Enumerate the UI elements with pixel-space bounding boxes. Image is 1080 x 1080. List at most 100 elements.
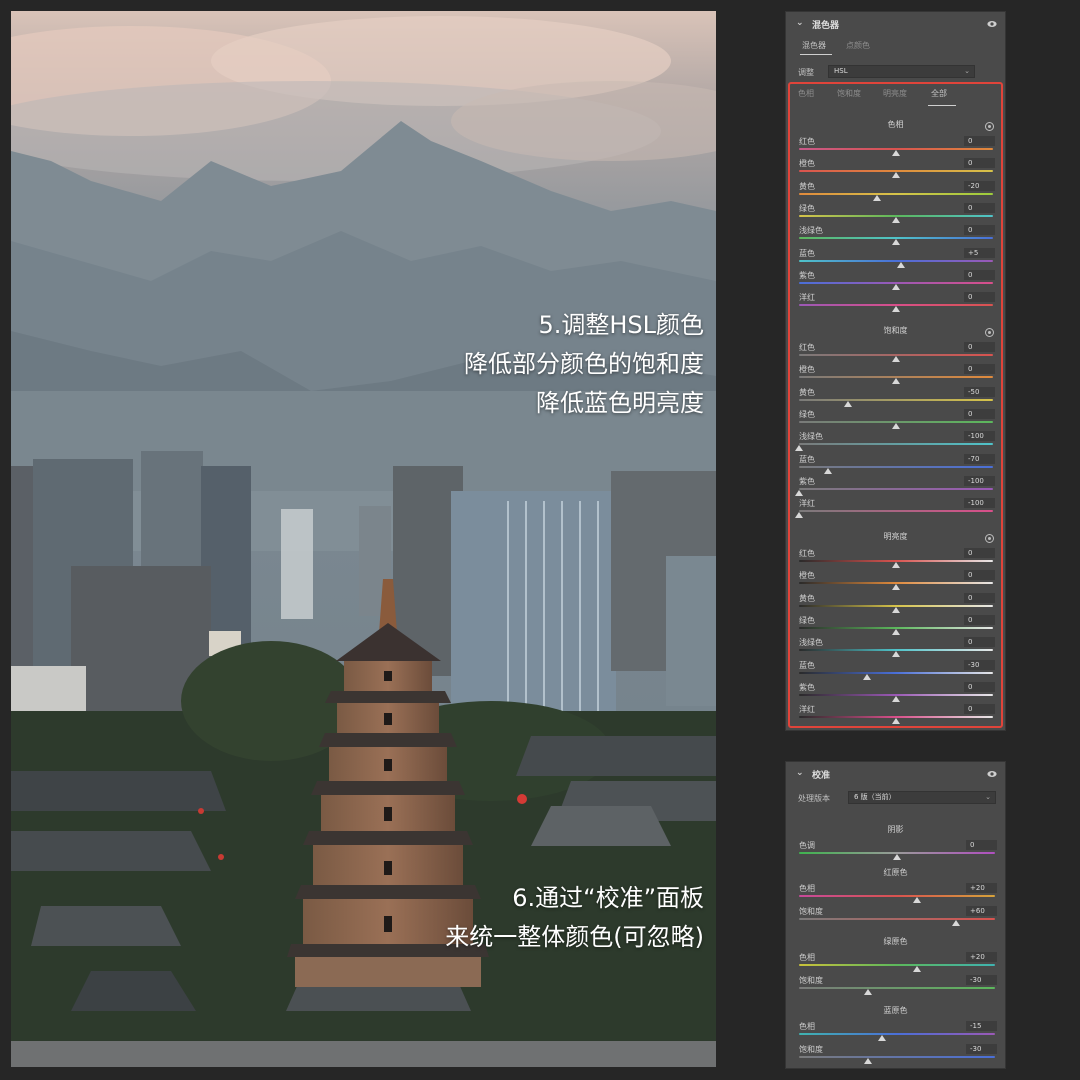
- slider-label: 红色: [799, 343, 815, 352]
- slider-thumb[interactable]: [892, 216, 900, 223]
- slider-thumb[interactable]: [896, 261, 905, 268]
- subtab-hue[interactable]: 色相: [798, 88, 814, 99]
- slider-value-field[interactable]: 0: [964, 202, 995, 213]
- slider-value-field[interactable]: +20: [966, 883, 997, 893]
- slider-thumb[interactable]: [863, 1058, 872, 1064]
- slider-value-field[interactable]: -20: [964, 180, 995, 191]
- slider-thumb[interactable]: [912, 897, 921, 903]
- adjust-dropdown[interactable]: HSL ⌄: [828, 65, 975, 78]
- slider-value-field[interactable]: -70: [964, 453, 995, 464]
- slider-track[interactable]: [799, 987, 995, 989]
- slider-thumb[interactable]: [795, 445, 803, 452]
- slider-row: 橙色 0: [786, 569, 1005, 591]
- slider-value-field[interactable]: 0: [964, 342, 995, 352]
- slider-thumb[interactable]: [892, 172, 900, 179]
- subtab-saturation[interactable]: 饱和度: [837, 88, 861, 99]
- slider-thumb[interactable]: [892, 306, 900, 313]
- panel-header[interactable]: ⌄ 混色器: [786, 12, 1005, 36]
- slider-track[interactable]: [799, 1056, 995, 1058]
- slider-thumb[interactable]: [892, 628, 900, 635]
- slider-value-field[interactable]: -15: [966, 1021, 997, 1031]
- visibility-eye-icon[interactable]: [987, 19, 997, 29]
- slider-value-field[interactable]: 0: [964, 225, 995, 236]
- slider-thumb[interactable]: [892, 584, 900, 591]
- subtab-luminance[interactable]: 明亮度: [883, 88, 907, 99]
- slider-track[interactable]: [799, 443, 993, 446]
- slider-thumb[interactable]: [892, 562, 900, 568]
- slider-value-field[interactable]: -100: [964, 431, 995, 442]
- slider-track[interactable]: [799, 510, 993, 513]
- slider-value-field[interactable]: -100: [964, 498, 995, 509]
- slider-row: 橙色 0: [786, 363, 1005, 385]
- slider-value-field[interactable]: +5: [964, 247, 995, 258]
- slider-thumb[interactable]: [892, 422, 900, 429]
- slider-value-field[interactable]: -30: [966, 1044, 997, 1054]
- slider-value-field[interactable]: 0: [964, 292, 995, 303]
- slider-thumb[interactable]: [951, 920, 960, 926]
- slider-thumb[interactable]: [795, 512, 803, 519]
- slider-value-field[interactable]: -30: [966, 975, 997, 985]
- target-adjust-icon[interactable]: [985, 328, 994, 337]
- slider-value-field[interactable]: 0: [964, 408, 995, 419]
- panel-header[interactable]: ⌄ 校准: [786, 762, 1005, 786]
- slider-row: 洋红 0: [786, 291, 1005, 313]
- slider-track[interactable]: [799, 192, 993, 195]
- target-adjust-icon[interactable]: [985, 534, 994, 543]
- slider-value-field[interactable]: 0: [964, 592, 995, 603]
- slider-thumb[interactable]: [893, 854, 901, 860]
- slider-track[interactable]: [799, 398, 993, 401]
- slider-track[interactable]: [799, 1033, 995, 1035]
- slider-value-field[interactable]: 0: [966, 840, 997, 850]
- slider-value-field[interactable]: 0: [964, 637, 995, 648]
- slider-value-field[interactable]: 0: [964, 158, 995, 169]
- slider-value-field[interactable]: 0: [964, 704, 995, 715]
- slider-row: 绿色 0: [786, 202, 1005, 224]
- slider-thumb[interactable]: [892, 283, 900, 290]
- slider-label: 浅绿色: [799, 432, 823, 442]
- slider-track[interactable]: [799, 487, 993, 490]
- slider-value-field[interactable]: 0: [964, 614, 995, 625]
- slider-track[interactable]: [799, 895, 995, 897]
- slider-thumb[interactable]: [843, 400, 852, 407]
- slider-thumb[interactable]: [912, 966, 921, 972]
- slider-thumb[interactable]: [892, 651, 900, 658]
- slider-thumb[interactable]: [892, 606, 900, 613]
- slider-thumb[interactable]: [892, 150, 900, 156]
- slider-value-field[interactable]: 0: [964, 548, 995, 558]
- slider-value-field[interactable]: -50: [964, 386, 995, 397]
- slider-value-field[interactable]: -100: [964, 475, 995, 486]
- slider-value-field[interactable]: -30: [964, 659, 995, 670]
- slider-thumb[interactable]: [892, 695, 900, 702]
- slider-track[interactable]: [799, 671, 993, 674]
- slider-thumb[interactable]: [872, 194, 881, 201]
- slider-value-field[interactable]: +20: [966, 952, 997, 962]
- process-version-dropdown[interactable]: 6 版（当前） ⌄: [848, 791, 996, 804]
- slider-thumb[interactable]: [863, 989, 872, 995]
- slider-thumb[interactable]: [892, 239, 900, 246]
- process-version-value: 6 版（当前）: [854, 793, 896, 801]
- slider-track[interactable]: [799, 964, 995, 966]
- slider-value-field[interactable]: 0: [964, 364, 995, 375]
- subtab-all[interactable]: 全部: [931, 88, 947, 99]
- tab-point-color[interactable]: 点颜色: [846, 40, 870, 51]
- slider-value-field[interactable]: +60: [966, 906, 997, 916]
- slider-thumb[interactable]: [862, 673, 871, 680]
- slider-track[interactable]: [799, 918, 995, 920]
- tab-color-mixer[interactable]: 混色器: [802, 40, 826, 51]
- slider-value-field[interactable]: 0: [964, 136, 995, 146]
- slider-thumb[interactable]: [878, 1035, 887, 1041]
- slider-thumb[interactable]: [892, 718, 900, 725]
- visibility-eye-icon[interactable]: [987, 769, 997, 779]
- slider-value-field[interactable]: 0: [964, 681, 995, 692]
- slider-thumb[interactable]: [892, 356, 900, 362]
- chevron-down-icon: ⌄: [964, 67, 970, 75]
- slider-thumb[interactable]: [795, 489, 803, 496]
- slider-value-field[interactable]: 0: [964, 570, 995, 581]
- slider-value-field[interactable]: 0: [964, 269, 995, 280]
- slider-label: 蓝色: [799, 454, 815, 464]
- slider-thumb[interactable]: [824, 467, 833, 474]
- collapse-chevron-icon[interactable]: ⌄: [796, 18, 804, 28]
- collapse-chevron-icon[interactable]: ⌄: [796, 768, 804, 778]
- target-adjust-icon[interactable]: [985, 122, 994, 131]
- slider-thumb[interactable]: [892, 378, 900, 385]
